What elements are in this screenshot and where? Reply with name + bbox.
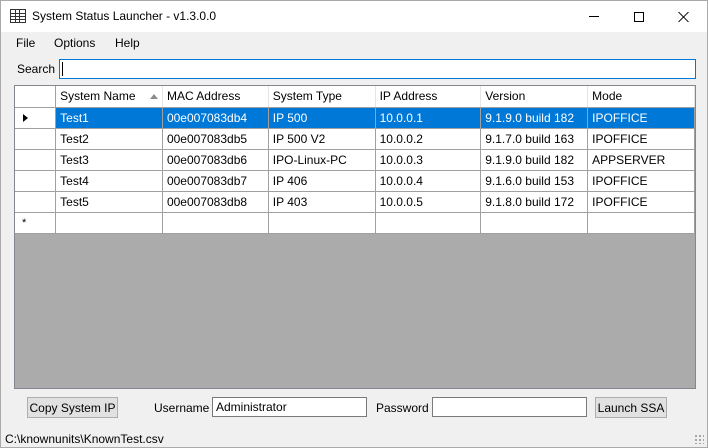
password-field[interactable] [432,397,587,417]
column-header-system-name[interactable]: System Name [55,86,163,108]
cell-system-name[interactable]: Test2 [55,128,163,150]
cell-system-name[interactable]: Test1 [55,107,163,129]
table-row[interactable]: Test1 00e007083db4 IP 500 10.0.0.1 9.1.9… [15,107,695,129]
search-label: Search [17,62,56,76]
password-label: Password [376,401,429,415]
cell-mode[interactable]: APPSERVER [587,149,695,171]
column-header-label: MAC Address [166,89,241,104]
corner-header-cell[interactable] [15,86,57,108]
cell-ip-address[interactable]: 10.0.0.1 [375,107,482,129]
cell-version[interactable]: 9.1.6.0 build 153 [480,170,589,192]
column-header-mode[interactable]: Mode [587,86,695,108]
new-row-cell[interactable] [375,212,482,234]
cell-system-name[interactable]: Test3 [55,149,163,171]
sort-ascending-icon [149,94,158,99]
close-icon [678,11,690,23]
table-row[interactable]: Test4 00e007083db7 IP 406 10.0.0.4 9.1.6… [15,170,695,192]
column-header-mac-address[interactable]: MAC Address [162,86,269,108]
menu-file[interactable]: File [16,36,35,50]
cell-mac-address[interactable]: 00e007083db8 [162,191,269,213]
maximize-button[interactable] [616,1,662,32]
cell-mode[interactable]: IPOFFICE [587,191,695,213]
search-input[interactable] [59,59,696,79]
launch-ssa-button[interactable]: Launch SSA [595,397,667,418]
cell-ip-address[interactable]: 10.0.0.2 [375,128,482,150]
cell-ip-address[interactable]: 10.0.0.3 [375,149,482,171]
cell-system-type[interactable]: IP 406 [268,170,376,192]
cell-version[interactable]: 9.1.9.0 build 182 [480,107,589,129]
menu-bar: File Options Help [1,32,707,54]
status-bar: C:\knownunits\KnownTest.csv [1,427,707,447]
cell-mode[interactable]: IPOFFICE [587,107,695,129]
row-header-cell[interactable] [15,128,57,150]
cell-mac-address[interactable]: 00e007083db6 [162,149,269,171]
cell-ip-address[interactable]: 10.0.0.4 [375,170,482,192]
cell-ip-address[interactable]: 10.0.0.5 [375,191,482,213]
menu-options[interactable]: Options [54,36,95,50]
column-header-label: Version [485,89,526,104]
systems-table: System Name MAC Address System Type IP A… [15,86,695,234]
table-row[interactable]: Test5 00e007083db8 IP 403 10.0.0.5 9.1.8… [15,191,695,213]
resize-grip-icon[interactable] [694,434,704,444]
cell-system-type[interactable]: IPO-Linux-PC [268,149,376,171]
status-file-path: C:\knownunits\KnownTest.csv [5,432,164,446]
menu-help[interactable]: Help [115,36,140,50]
column-header-label: Mode [592,89,623,104]
current-row-arrow-icon [23,113,28,122]
new-row-asterisk-icon: * [22,216,27,229]
cell-system-type[interactable]: IP 403 [268,191,376,213]
table-row[interactable]: Test2 00e007083db5 IP 500 V2 10.0.0.2 9.… [15,128,695,150]
column-header-label: System Type [272,89,342,104]
cell-system-name[interactable]: Test5 [55,191,163,213]
column-header-ip-address[interactable]: IP Address [375,86,482,108]
text-caret [62,62,63,76]
new-row-cell[interactable] [268,212,376,234]
column-header-version[interactable]: Version [480,86,589,108]
row-header-cell[interactable] [15,191,57,213]
column-header-label: System Name [60,89,136,104]
new-row-cell[interactable] [55,212,163,234]
cell-version[interactable]: 9.1.9.0 build 182 [480,149,589,171]
copy-system-ip-button[interactable]: Copy System IP [27,397,118,418]
cell-system-name[interactable]: Test4 [55,170,163,192]
new-row-header-cell[interactable]: * [15,212,57,234]
new-row-cell[interactable] [162,212,269,234]
minimize-icon [589,16,599,17]
systems-grid[interactable]: System Name MAC Address System Type IP A… [14,85,696,389]
row-header-cell[interactable] [15,170,57,192]
cell-system-type[interactable]: IP 500 [268,107,376,129]
window-title: System Status Launcher - v1.3.0.0 [32,9,217,23]
table-row[interactable]: Test3 00e007083db6 IPO-Linux-PC 10.0.0.3… [15,149,695,171]
new-row-cell[interactable] [480,212,589,234]
column-header-system-type[interactable]: System Type [268,86,376,108]
new-row-cell[interactable] [587,212,695,234]
close-button[interactable] [661,1,707,32]
cell-version[interactable]: 9.1.7.0 build 163 [480,128,589,150]
cell-mode[interactable]: IPOFFICE [587,170,695,192]
row-header-cell[interactable] [15,149,57,171]
new-row[interactable]: * [15,212,695,234]
column-header-label: IP Address [379,89,438,104]
username-label: Username [154,401,210,415]
cell-mac-address[interactable]: 00e007083db5 [162,128,269,150]
username-field[interactable] [212,397,367,417]
maximize-icon [634,11,644,22]
minimize-button[interactable] [571,1,617,32]
cell-mac-address[interactable]: 00e007083db7 [162,170,269,192]
grid-table-icon [10,9,26,23]
title-bar[interactable]: System Status Launcher - v1.3.0.0 [1,1,707,32]
row-header-cell[interactable] [15,107,57,129]
cell-mac-address[interactable]: 00e007083db4 [162,107,269,129]
cell-mode[interactable]: IPOFFICE [587,128,695,150]
app-window: System Status Launcher - v1.3.0.0 File O… [0,0,708,448]
cell-version[interactable]: 9.1.8.0 build 172 [480,191,589,213]
cell-system-type[interactable]: IP 500 V2 [268,128,376,150]
header-row: System Name MAC Address System Type IP A… [15,86,695,108]
